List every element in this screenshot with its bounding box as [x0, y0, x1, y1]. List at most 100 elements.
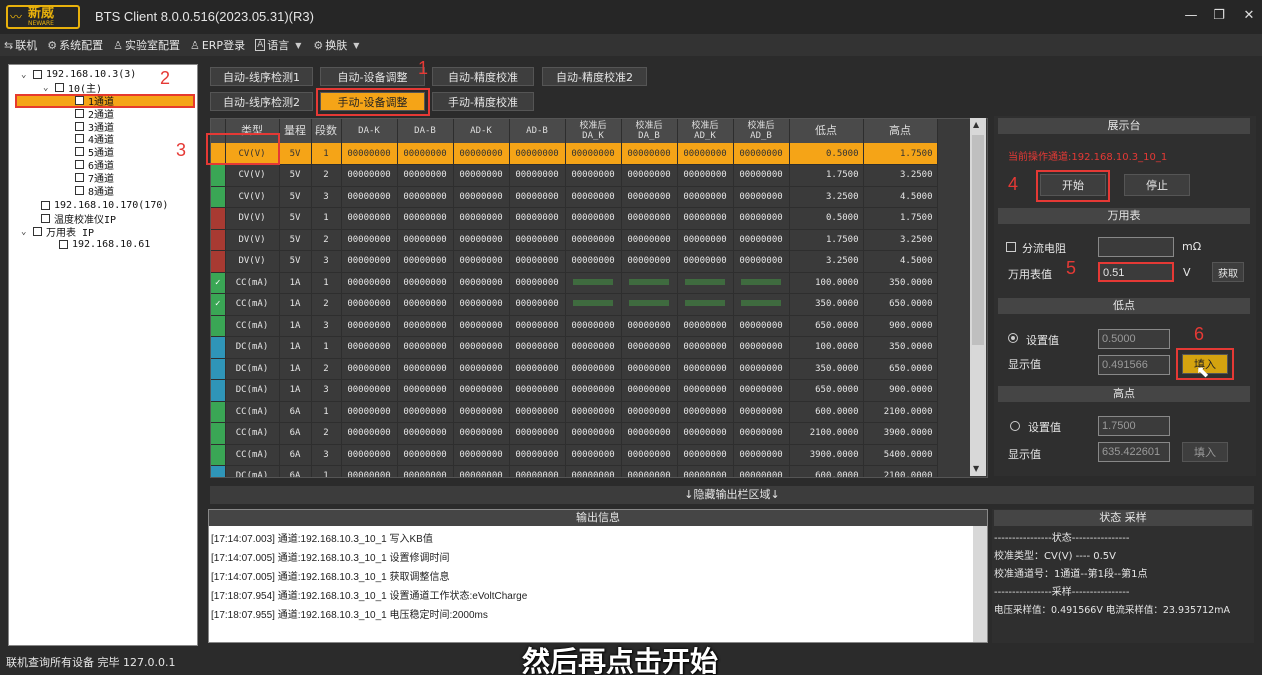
shunt-input[interactable] [1098, 237, 1174, 257]
cell-ad-b[interactable]: 00000000 [509, 465, 566, 477]
minimize-icon[interactable]: — [1180, 7, 1202, 25]
cell-range[interactable]: 1A [279, 315, 312, 337]
cell-cal-ad-k[interactable]: 00000000 [677, 465, 734, 477]
cell-ad-b[interactable]: 00000000 [509, 186, 566, 208]
high-fill-button[interactable]: 填入 [1182, 442, 1228, 462]
cell-da-b[interactable]: 00000000 [397, 164, 454, 187]
cell-type[interactable]: DV(V) [225, 229, 280, 251]
cell-segment[interactable]: 1 [311, 336, 342, 359]
cell-cal-da-k[interactable]: 00000000 [565, 465, 622, 477]
cell-cal-ad-b[interactable]: 00000000 [733, 229, 790, 251]
cell-cal-da-b[interactable] [621, 272, 678, 294]
cell-cal-ad-b[interactable]: 00000000 [733, 422, 790, 445]
table-row[interactable]: DC(mA) 1A 1 00000000 00000000 00000000 0000000… [211, 336, 938, 359]
cell-ad-b[interactable]: 00000000 [509, 315, 566, 337]
checkbox[interactable] [41, 214, 50, 223]
cell-range[interactable]: 5V [279, 164, 312, 187]
cell-da-b[interactable]: 00000000 [397, 336, 454, 359]
table-row[interactable]: CC(mA) 6A 2 00000000 00000000 00000000 0000000… [211, 422, 938, 445]
cell-high[interactable]: 2100.0000 [863, 465, 938, 477]
cell-ad-b[interactable]: 00000000 [509, 164, 566, 187]
cell-segment[interactable]: 3 [311, 315, 342, 337]
cell-segment[interactable]: 1 [311, 207, 342, 230]
cell-da-b[interactable]: 00000000 [397, 229, 454, 251]
cell-cal-ad-b[interactable]: 00000000 [733, 164, 790, 187]
tree-node-meter[interactable]: ⌄ 万用表 IP [21, 225, 94, 240]
tab-auto-device-adjust[interactable]: 自动-设备调整 [320, 67, 425, 86]
cell-cal-da-k[interactable]: 00000000 [565, 422, 622, 445]
cell-range[interactable]: 6A [279, 401, 312, 423]
cell-range[interactable]: 1A [279, 379, 312, 402]
cell-low[interactable]: 3.2500 [789, 250, 864, 273]
cell-ad-k[interactable]: 00000000 [453, 186, 510, 208]
cell-ad-b[interactable]: 00000000 [509, 250, 566, 273]
column-header[interactable]: 高点 [863, 119, 938, 143]
cell-cal-da-k[interactable]: 00000000 [565, 207, 622, 230]
maximize-icon[interactable]: ❐ [1208, 7, 1230, 25]
cell-low[interactable]: 3900.0000 [789, 444, 864, 466]
cell-da-b[interactable]: 00000000 [397, 379, 454, 402]
tab-auto-precision-calib[interactable]: 自动-精度校准 [432, 67, 534, 86]
chevron-down-icon[interactable]: ⌄ [21, 70, 31, 80]
cell-range[interactable]: 6A [279, 465, 312, 477]
cell-high[interactable]: 2100.0000 [863, 401, 938, 423]
cell-cal-da-k[interactable]: 00000000 [565, 164, 622, 187]
cell-cal-da-k[interactable] [565, 272, 622, 294]
cell-type[interactable]: DC(mA) [225, 336, 280, 359]
column-header[interactable]: DA-B [397, 119, 454, 143]
cell-low[interactable]: 1.7500 [789, 164, 864, 187]
cell-da-k[interactable]: 00000000 [341, 444, 398, 466]
checkbox[interactable] [75, 134, 84, 144]
low-set-radio[interactable] [1008, 333, 1018, 343]
cell-cal-da-k[interactable]: 00000000 [565, 444, 622, 466]
chevron-down-icon[interactable]: ▼ [295, 41, 301, 50]
cell-cal-da-b[interactable]: 00000000 [621, 422, 678, 445]
checkbox[interactable] [59, 240, 68, 249]
table-row[interactable]: CC(mA) 6A 1 00000000 00000000 00000000 0000000… [211, 401, 938, 423]
meter-value-input[interactable]: 0.51 [1098, 262, 1174, 282]
cell-segment[interactable]: 3 [311, 250, 342, 273]
cell-cal-ad-b[interactable]: 00000000 [733, 207, 790, 230]
cell-cal-da-b[interactable]: 00000000 [621, 465, 678, 477]
cell-cal-da-b[interactable] [621, 293, 678, 316]
cell-cal-ad-b[interactable]: 00000000 [733, 336, 790, 359]
tree-node-channel[interactable]: 8通道 [75, 184, 114, 198]
cell-ad-k[interactable]: 00000000 [453, 250, 510, 273]
cell-cal-da-k[interactable]: 00000000 [565, 250, 622, 273]
table-row[interactable]: ✓ CC(mA) 1A 2 00000000 00000000 00000000 000000… [211, 293, 938, 316]
cell-ad-k[interactable]: 00000000 [453, 164, 510, 187]
cell-cal-ad-b[interactable] [733, 293, 790, 316]
cell-cal-ad-b[interactable]: 00000000 [733, 465, 790, 477]
cell-range[interactable]: 6A [279, 422, 312, 445]
cell-cal-da-k[interactable] [565, 293, 622, 316]
cell-cal-ad-k[interactable]: 00000000 [677, 143, 734, 165]
cell-cal-ad-b[interactable]: 00000000 [733, 444, 790, 466]
cell-range[interactable]: 1A [279, 272, 312, 294]
cell-cal-da-b[interactable]: 00000000 [621, 164, 678, 187]
cell-cal-ad-k[interactable]: 00000000 [677, 250, 734, 273]
cell-da-k[interactable]: 00000000 [341, 272, 398, 294]
table-row[interactable]: CV(V) 5V 3 00000000 00000000 00000000 00000000… [211, 186, 938, 208]
table-row[interactable]: ✓ CC(mA) 1A 1 00000000 00000000 00000000 000000… [211, 272, 938, 294]
menu-language[interactable]: A 语言 ▼ [255, 37, 303, 53]
chevron-down-icon[interactable]: ⌄ [21, 227, 31, 237]
cell-type[interactable]: CV(V) [225, 164, 280, 187]
cell-type[interactable]: DC(mA) [225, 358, 280, 380]
cell-low[interactable]: 600.0000 [789, 401, 864, 423]
cell-high[interactable]: 1.7500 [863, 207, 938, 230]
cell-cal-ad-k[interactable]: 00000000 [677, 229, 734, 251]
cell-high[interactable]: 350.0000 [863, 272, 938, 294]
table-row[interactable]: CC(mA) 1A 3 00000000 00000000 00000000 0000000… [211, 315, 938, 337]
menu-system-config[interactable]: ⚙ 系统配置 [47, 37, 103, 53]
cell-ad-k[interactable]: 00000000 [453, 143, 510, 165]
cell-da-k[interactable]: 00000000 [341, 186, 398, 208]
cell-ad-k[interactable]: 00000000 [453, 293, 510, 316]
cell-range[interactable]: 5V [279, 250, 312, 273]
cell-high[interactable]: 900.0000 [863, 379, 938, 402]
cell-segment[interactable]: 1 [311, 272, 342, 294]
cell-da-k[interactable]: 00000000 [341, 315, 398, 337]
chevron-down-icon[interactable]: ▼ [353, 41, 359, 50]
cell-cal-da-b[interactable]: 00000000 [621, 444, 678, 466]
cell-cal-da-k[interactable]: 00000000 [565, 143, 622, 165]
cell-cal-ad-k[interactable]: 00000000 [677, 336, 734, 359]
